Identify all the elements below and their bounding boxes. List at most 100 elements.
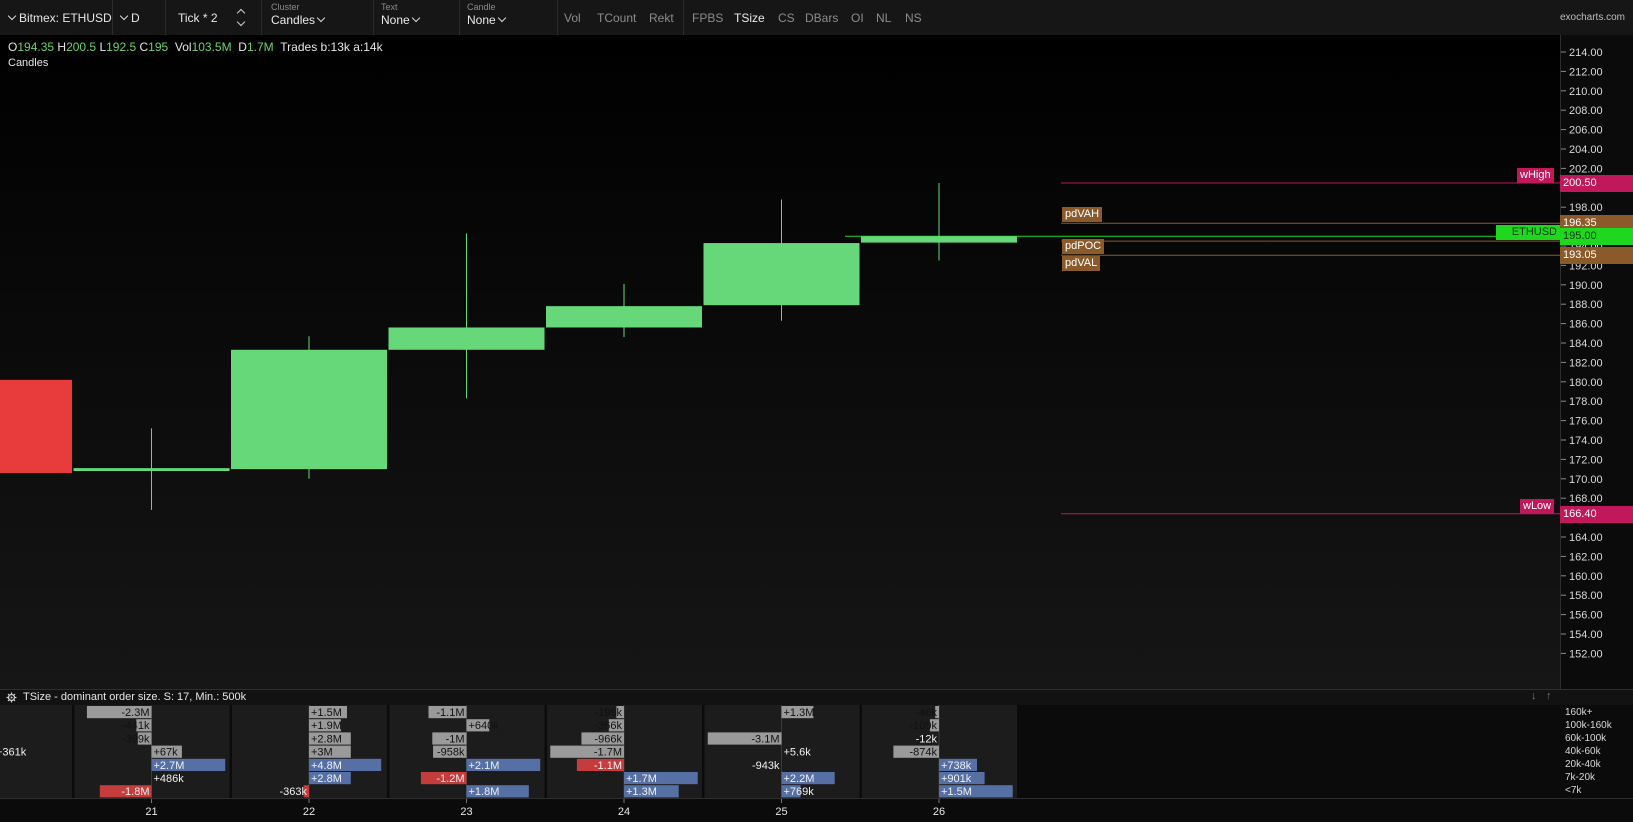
indicator-dbars[interactable]: DBars (805, 0, 838, 35)
price-tick-label: 152.00 (1569, 648, 1603, 660)
timeframe-selector[interactable]: D (118, 0, 140, 35)
cluster-selector[interactable]: Cluster Candles (271, 2, 361, 33)
chart-mode-label: Candles (8, 57, 48, 69)
tsize-column-26: -46k-109k-12k-874k+738k+901k+1.5M (862, 705, 1017, 798)
arrow-up-icon[interactable]: ↑ (1546, 690, 1552, 702)
tsize-value: +2.8M (311, 773, 342, 785)
text-selector[interactable]: Text None (381, 2, 451, 33)
tsize-value: +2.2M (784, 773, 815, 785)
divider (165, 0, 166, 35)
indicator-vol[interactable]: Vol (564, 0, 581, 35)
tsize-value: -399k (122, 733, 150, 745)
tsize-value: -2.3M (121, 707, 149, 719)
price-tick-label: 162.00 (1569, 551, 1603, 563)
vol-value: 103.5M (192, 40, 232, 54)
level-tag-pdvah: pdVAH (1062, 207, 1102, 222)
tick-stepper[interactable] (236, 6, 248, 30)
divider (557, 0, 558, 35)
tsize-value: +1.5M (311, 707, 342, 719)
price-tick-label: 198.00 (1569, 202, 1603, 214)
tsize-column-22: +1.5M+1.9M+2.8M+3M+4.8M+2.8M-363k (232, 705, 387, 798)
price-axis[interactable]: 152.00154.00156.00158.00160.00162.00164.… (1560, 35, 1633, 690)
indicator-tcount[interactable]: TCount (597, 0, 636, 35)
tsize-value: -1.2M (436, 773, 464, 785)
indicator-nl[interactable]: NL (876, 0, 891, 35)
tsize-value: +1.9M (311, 720, 342, 732)
text-caption: Text (381, 2, 398, 12)
tsize-value: -109k (909, 720, 937, 732)
tsize-value: +2.1M (469, 760, 500, 772)
chevron-down-icon (411, 14, 419, 22)
tsize-value: +2.7M (154, 760, 185, 772)
candle-body (0, 380, 72, 473)
price-tick-label: 208.00 (1569, 105, 1603, 117)
price-tick-label: 160.00 (1569, 571, 1603, 583)
price-tick-label: 154.00 (1569, 629, 1603, 641)
price-tick-label: 206.00 (1569, 125, 1603, 137)
candle-body (231, 350, 387, 469)
price-label-pdval: 193.05 (1560, 247, 1633, 264)
tsize-value: +3M (311, 747, 333, 759)
tsize-value: +1.3M (784, 707, 815, 719)
price-tick-label: 180.00 (1569, 377, 1603, 389)
timeframe-label: D (131, 11, 140, 25)
candle-body (704, 243, 860, 305)
chevron-down-icon (317, 14, 325, 22)
tsize-legend-item: 100k-160k (1565, 720, 1612, 731)
arrow-down-icon[interactable]: ↓ (1531, 690, 1537, 702)
trades-count: Trades b:13k a:14k (280, 40, 382, 54)
tsize-value: +67k (154, 747, 179, 759)
tsize-value: -958k (437, 747, 465, 759)
tsize-legend-item: 160k+ (1565, 707, 1593, 718)
tsize-value: -943k (752, 760, 780, 772)
gear-icon[interactable] (6, 692, 17, 703)
price-tick-label: 164.00 (1569, 532, 1603, 544)
time-axis[interactable]: 20212223242526 (0, 798, 1633, 822)
tsize-value: +4.8M (311, 760, 342, 772)
brand-link[interactable]: exocharts.com (1560, 0, 1625, 35)
tsize-column-21: -2.3M-441k-399k+67k+2.7M+486k-1.8M (75, 705, 230, 798)
indicator-tsize[interactable]: TSize (734, 0, 765, 35)
tick-selector[interactable]: Tick * 2 (178, 0, 218, 35)
high-label: H (57, 40, 66, 54)
symbol-selector[interactable]: Bitmex: ETHUSD (6, 0, 112, 35)
tsize-value: -1.8M (121, 786, 149, 798)
tsize-value: +1.3M (626, 786, 657, 798)
tsize-value: +1.8M (469, 786, 500, 798)
price-label-whigh: 200.50 (1560, 175, 1633, 192)
tsize-value: -1M (446, 733, 465, 745)
candle-body (74, 468, 230, 471)
chevron-down-icon (8, 12, 16, 20)
indicator-ns[interactable]: NS (905, 0, 922, 35)
chevron-up-icon[interactable] (237, 9, 245, 17)
level-tag-whigh: wHigh (1517, 168, 1554, 183)
indicator-oi[interactable]: OI (851, 0, 864, 35)
delta-label: D (238, 40, 247, 54)
tsize-legend-item: 7k-20k (1565, 772, 1595, 783)
price-tick-label: 176.00 (1569, 416, 1603, 428)
open-value: 194.35 (17, 40, 54, 54)
tsize-value: -874k (909, 747, 937, 759)
vol-label: Vol (175, 40, 192, 54)
price-chart[interactable] (0, 35, 1560, 690)
divider (459, 0, 460, 35)
time-tick-label: 24 (618, 806, 630, 818)
candle-selector[interactable]: Candle None (467, 2, 537, 33)
tsize-legend-item: 20k-40k (1565, 759, 1601, 770)
price-label-ethusd: 195.00 (1560, 228, 1633, 245)
tsize-column-24: -199k-366k-966k-1.7M-1.1M+1.7M+1.3M (547, 705, 702, 798)
close-value: 195 (148, 40, 168, 54)
indicator-rekt[interactable]: Rekt (649, 0, 674, 35)
tsize-value: +769k (784, 786, 815, 798)
tsize-panel[interactable]: +361k-2.3M-441k-399k+67k+2.7M+486k-1.8M+… (0, 705, 1633, 798)
candle-20 (0, 380, 72, 473)
time-tick-label: 21 (145, 806, 157, 818)
tick-label: Tick * 2 (178, 11, 218, 25)
tsize-value: -1.1M (436, 707, 464, 719)
close-label: C (140, 40, 149, 54)
tsize-legend-item: 60k-100k (1565, 733, 1606, 744)
chevron-down-icon[interactable] (237, 18, 245, 26)
indicator-fpbs[interactable]: FPBS (692, 0, 723, 35)
indicator-cs[interactable]: CS (778, 0, 795, 35)
cluster-value: Candles (271, 13, 328, 27)
